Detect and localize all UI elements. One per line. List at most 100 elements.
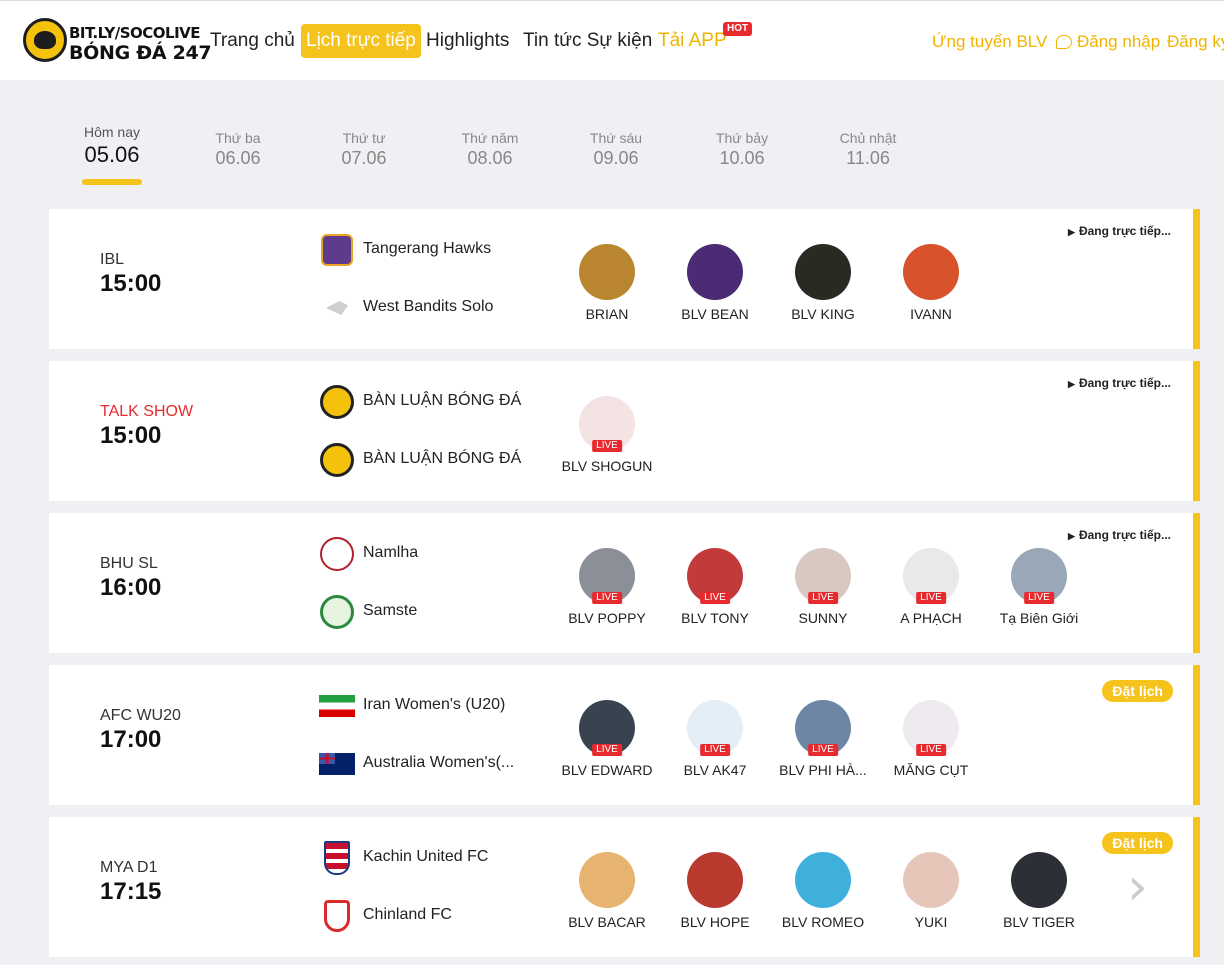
commentator[interactable]: BLV TIGER [984, 852, 1094, 930]
commentator[interactable]: LIVE Tạ Biên Giới [984, 548, 1094, 626]
schedule-button[interactable]: Đặt lịch [1102, 680, 1173, 702]
register-link[interactable]: Đăng ký [1167, 32, 1224, 52]
date-tab-day: Thứ ba [215, 130, 261, 146]
commentator[interactable]: LIVE BLV PHI HÀ... [768, 700, 878, 778]
hawks-logo-icon [319, 232, 355, 268]
date-tab-tuesday[interactable]: Thứ ba 06.06 [183, 130, 293, 169]
commentator-name: BLV ROMEO [781, 914, 865, 930]
samste-logo-icon [319, 594, 355, 630]
date-tab-day: Chủ nhật [839, 130, 897, 146]
commentator-name: MĂNG CỤT [893, 762, 969, 778]
match-card[interactable]: AFC WU20 17:00 Iran Women's (U20) Austra… [49, 665, 1200, 805]
site-header: BIT.LY/SOCOLIVE BÓNG ĐÁ 247 Trang chủ Lị… [0, 0, 1224, 80]
login-label: Đăng nhập [1077, 32, 1161, 51]
date-tab-date: 07.06 [341, 148, 387, 168]
date-tab-day: Thứ năm [461, 130, 519, 146]
schedule-button[interactable]: Đặt lịch [1102, 832, 1173, 854]
commentator[interactable]: BLV HOPE [660, 852, 770, 930]
commentator-name: BLV TONY [681, 610, 749, 626]
commentator[interactable]: LIVE MĂNG CỤT [876, 700, 986, 778]
hot-badge: HOT [723, 22, 753, 36]
commentator-name: BLV BACAR [568, 914, 646, 930]
nav-live-schedule[interactable]: Lịch trực tiếp [301, 24, 421, 58]
date-tab-date: 09.06 [593, 148, 639, 168]
commentator-name: BLV SHOGUN [561, 458, 653, 474]
commentator-name: IVANN [910, 306, 952, 322]
match-time: 16:00 [100, 574, 162, 601]
commentator[interactable]: BLV BEAN [660, 244, 770, 322]
nav-news-events[interactable]: Tin tức Sự kiện [523, 24, 652, 58]
live-status-label: Đang trực tiếp... [1078, 224, 1171, 238]
date-tab-date: 11.06 [846, 148, 890, 168]
live-badge: LIVE [592, 440, 622, 452]
away-team: BÀN LUẬN BÓNG ĐÁ [319, 442, 559, 478]
live-status[interactable]: ▶ Đang trực tiếp... [1068, 528, 1171, 542]
play-icon: ▶ [1068, 531, 1075, 541]
home-team-name: Tangerang Hawks [363, 240, 492, 257]
date-tab-friday[interactable]: Thứ sáu 09.06 [561, 130, 671, 169]
chevron-right-icon[interactable]: › [1127, 861, 1153, 913]
away-team: West Bandits Solo [319, 290, 559, 326]
home-team: Kachin United FC [319, 840, 559, 876]
date-tab-today[interactable]: Hôm nay 05.06 [57, 124, 167, 168]
commentator[interactable]: LIVE BLV SHOGUN [552, 396, 662, 474]
commentator[interactable]: IVANN [876, 244, 986, 322]
chinland-logo-icon [319, 898, 355, 934]
away-team-name: Australia Women's(... [363, 754, 515, 771]
apply-commentator-link[interactable]: Ứng tuyển BLV [932, 32, 1047, 52]
commentator[interactable]: BLV KING [768, 244, 878, 322]
home-team-name: BÀN LUẬN BÓNG ĐÁ [363, 392, 522, 409]
commentator[interactable]: BRIAN [552, 244, 662, 322]
commentator-name: BLV BEAN [681, 306, 749, 322]
live-status[interactable]: ▶ Đang trực tiếp... [1068, 224, 1171, 238]
commentator[interactable]: BLV ROMEO [768, 852, 878, 930]
match-time: 15:00 [100, 270, 162, 297]
commentator[interactable]: LIVE SUNNY [768, 548, 878, 626]
match-card[interactable]: TALK SHOW 15:00 BÀN LUẬN BÓNG ĐÁ BÀN LUẬ… [49, 361, 1200, 501]
commentator-name: Tạ Biên Giới [999, 610, 1079, 626]
date-tab-saturday[interactable]: Thứ bảy 10.06 [687, 130, 797, 169]
commentator-name: BLV AK47 [683, 762, 747, 778]
commentator[interactable]: LIVE BLV AK47 [660, 700, 770, 778]
league-name: MYA D1 [100, 859, 158, 876]
date-tab-date: 06.06 [215, 148, 261, 168]
soco-logo-icon [319, 442, 355, 478]
avatar [795, 244, 851, 300]
league-name: IBL [100, 251, 125, 268]
commentator-name: BLV EDWARD [561, 762, 653, 778]
kachin-logo-icon [319, 840, 355, 876]
away-team-name: West Bandits Solo [363, 298, 494, 315]
australia-flag-icon [319, 746, 355, 782]
live-status[interactable]: ▶ Đang trực tiếp... [1068, 376, 1171, 390]
away-team: Australia Women's(... [319, 746, 559, 782]
date-tab-sunday[interactable]: Chủ nhật 11.06 [813, 130, 923, 169]
commentator[interactable]: LIVE A PHẠCH [876, 548, 986, 626]
match-card[interactable]: BHU SL 16:00 Namlha Samste LIVE BLV POPPY… [49, 513, 1200, 653]
commentator-name: BLV POPPY [568, 610, 646, 626]
commentator-name: BLV KING [791, 306, 855, 322]
avatar [687, 852, 743, 908]
nav-highlights[interactable]: Highlights [426, 24, 509, 58]
home-team: Tangerang Hawks [319, 232, 559, 268]
home-team-name: Iran Women's (U20) [363, 696, 506, 713]
commentator[interactable]: YUKI [876, 852, 986, 930]
date-tab-day: Thứ bảy [715, 130, 769, 146]
away-team: Samste [319, 594, 559, 630]
commentator[interactable]: LIVE BLV TONY [660, 548, 770, 626]
login-link[interactable]: Đăng nhập [1056, 32, 1160, 52]
nav-download-app[interactable]: Tải APP [658, 24, 727, 58]
away-team-name: Chinland FC [363, 906, 452, 923]
commentator-name: BLV HOPE [680, 914, 750, 930]
date-tab-thursday[interactable]: Thứ năm 08.06 [435, 130, 545, 169]
live-badge: LIVE [700, 744, 730, 756]
commentator[interactable]: LIVE BLV POPPY [552, 548, 662, 626]
match-card[interactable]: MYA D1 17:15 Kachin United FC Chinland F… [49, 817, 1200, 957]
date-tab-wednesday[interactable]: Thứ tư 07.06 [309, 130, 419, 169]
nav-home[interactable]: Trang chủ [210, 24, 295, 58]
match-card[interactable]: IBL 15:00 Tangerang Hawks West Bandits S… [49, 209, 1200, 349]
commentator[interactable]: BLV BACAR [552, 852, 662, 930]
match-time: 17:00 [100, 726, 162, 753]
avatar [579, 852, 635, 908]
site-logo[interactable]: BIT.LY/SOCOLIVE BÓNG ĐÁ 247 [23, 18, 212, 66]
commentator[interactable]: LIVE BLV EDWARD [552, 700, 662, 778]
